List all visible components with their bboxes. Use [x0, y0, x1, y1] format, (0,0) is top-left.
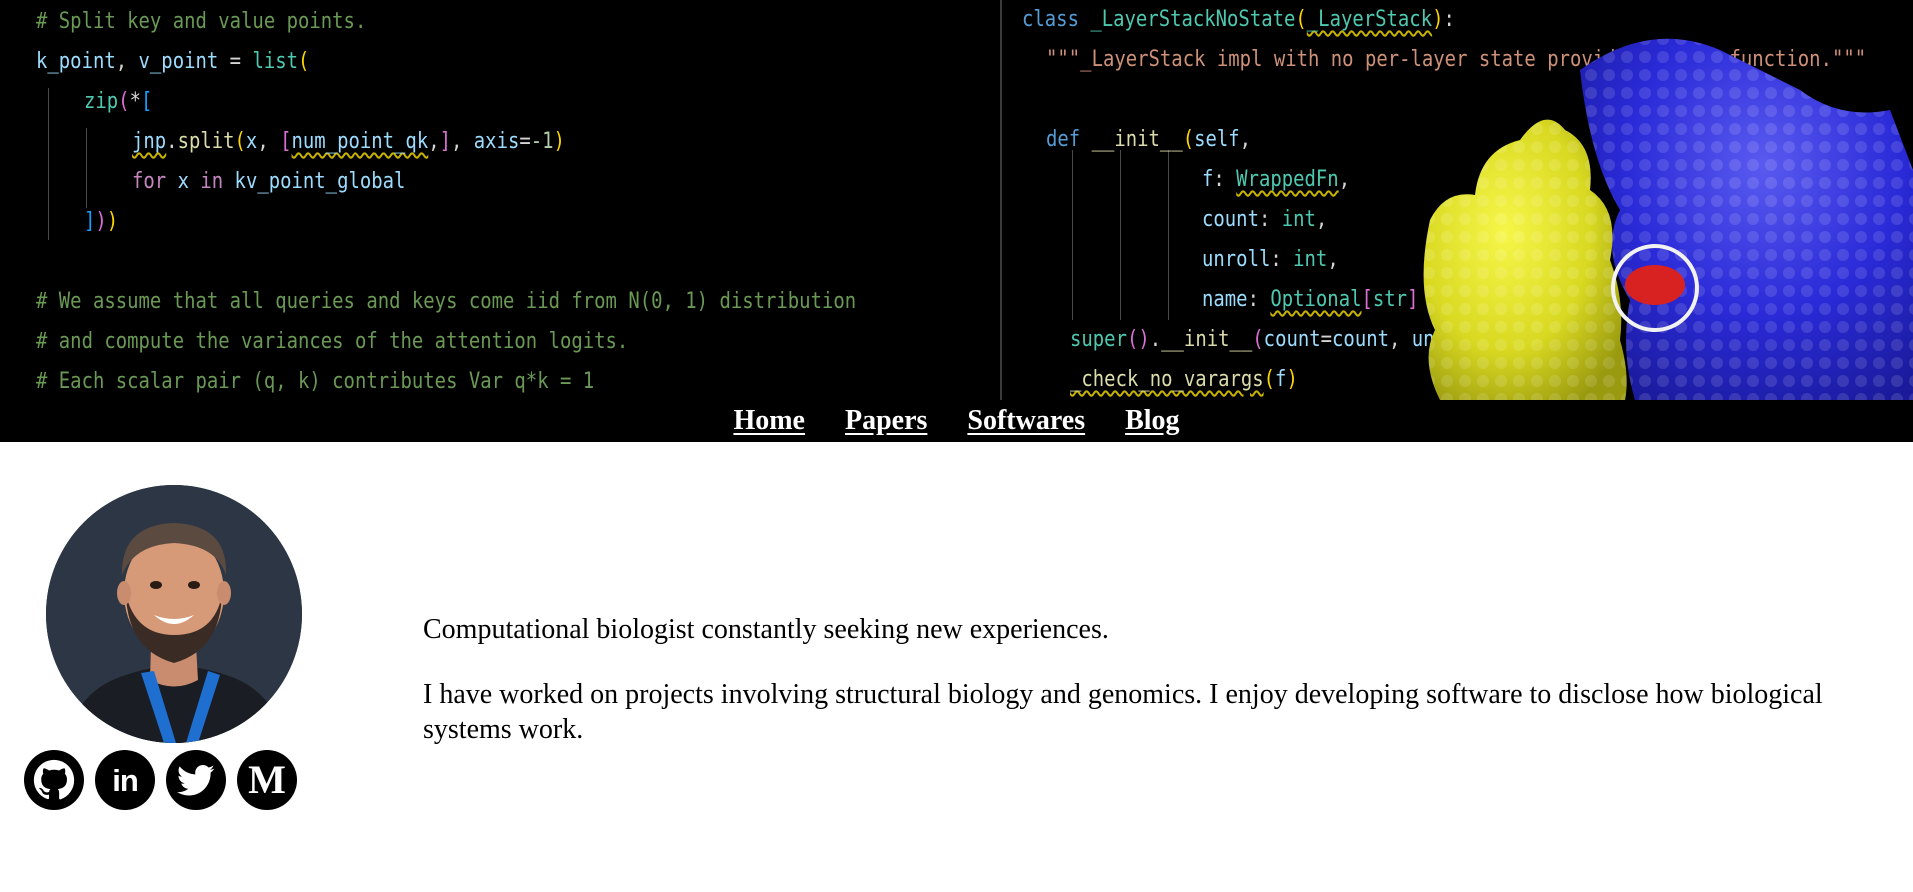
github-link[interactable] [24, 750, 84, 810]
main-nav: Home Papers Softwares Blog [0, 400, 1913, 442]
header-banner: # Split key and value points. k_point, v… [0, 0, 1913, 442]
linkedin-link[interactable]: in [95, 750, 155, 810]
medium-link[interactable]: M [237, 750, 297, 810]
bio-section: Computational biologist constantly seeki… [423, 612, 1823, 777]
avatar [46, 485, 302, 743]
github-icon [33, 759, 75, 800]
nav-link-papers[interactable]: Papers [845, 405, 927, 437]
code-line: k_point, v_point = list( [36, 49, 310, 74]
code-line: # and compute the variances of the atten… [36, 329, 629, 354]
code-line: unroll: int, [1202, 247, 1339, 272]
nav-link-home[interactable]: Home [733, 405, 805, 437]
code-line: f: WrappedFn, [1202, 167, 1351, 192]
twitter-icon [177, 765, 215, 796]
linkedin-icon: in [112, 762, 139, 798]
medium-icon: M [248, 757, 286, 802]
code-line: jnp.split(x, [num_point_qk,], axis=-1) [132, 129, 565, 154]
code-line: # We assume that all queries and keys co… [36, 289, 857, 314]
code-line: for x in kv_point_global [132, 169, 406, 194]
twitter-link[interactable] [166, 750, 226, 810]
code-line: # Each scalar pair (q, k) contributes Va… [36, 369, 595, 394]
bio-detail: I have worked on projects involving stru… [423, 679, 1823, 745]
protein-structure-image [1423, 38, 1913, 400]
nav-link-softwares[interactable]: Softwares [967, 405, 1085, 437]
code-line: ])) [84, 209, 119, 234]
code-line: _check_no_varargs(f) [1070, 367, 1298, 392]
code-line: zip(*[ [84, 89, 153, 114]
social-links: in M [24, 750, 297, 810]
code-line: name: Optional[str] [1202, 287, 1419, 312]
code-snippet-left: # Split key and value points. k_point, v… [0, 0, 1000, 400]
code-line: # Split key and value points. [36, 9, 367, 34]
code-line: count: int, [1202, 207, 1328, 232]
bio-intro: Computational biologist constantly seeki… [423, 614, 1109, 645]
code-line: def __init__(self, [1046, 127, 1252, 152]
code-line: class _LayerStackNoState(_LayerStack): [1022, 7, 1455, 32]
nav-link-blog[interactable]: Blog [1125, 405, 1179, 437]
code-line: super().__init__(count=count, un [1070, 327, 1435, 352]
